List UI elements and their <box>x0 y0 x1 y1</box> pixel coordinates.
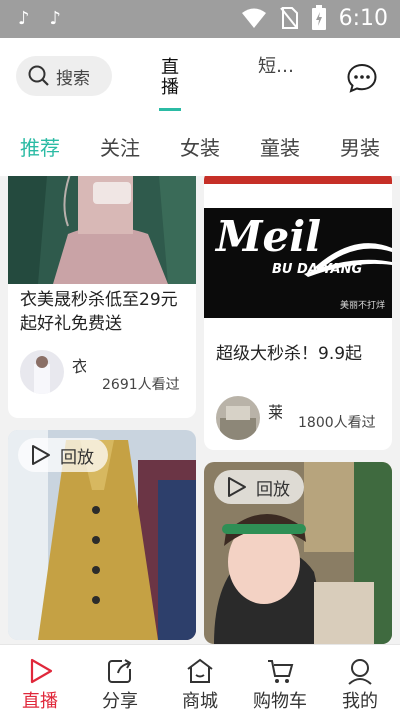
cover-image <box>8 176 196 284</box>
wifi-icon <box>241 8 266 28</box>
nav-cart[interactable]: 购物车 <box>240 645 320 720</box>
nav-label: 直播 <box>22 691 58 712</box>
store-icon <box>187 658 213 683</box>
search-button[interactable]: 搜索 <box>16 56 112 96</box>
brand-slogan: 美丽不打烊 <box>340 301 386 311</box>
nav-label: 我的 <box>342 691 378 712</box>
no-sim-icon <box>279 7 298 29</box>
streamer-name: 莱… <box>268 403 282 422</box>
search-icon <box>28 65 49 86</box>
avatar <box>20 350 64 394</box>
nav-label: 商城 <box>182 691 218 712</box>
tab-short-video[interactable]: 短… <box>258 56 294 78</box>
bottom-nav: 直播 分享 商城 购物车 我的 <box>0 644 400 720</box>
category-tab-mens[interactable]: 男装 <box>340 132 380 161</box>
tiktok-icon: ♪ <box>18 8 30 29</box>
category-bar: 推荐 关注 女装 童装 男装 <box>0 116 400 176</box>
live-card[interactable]: 衣美晟秒杀低至29元起好礼免费送 衣… 2691人看过 <box>8 176 196 418</box>
play-icon <box>30 658 53 684</box>
category-tab-recommend[interactable]: 推荐 <box>20 132 60 161</box>
category-tab-kids[interactable]: 童装 <box>260 132 300 161</box>
viewer-count: 1800人看过 <box>298 415 376 431</box>
avatar <box>216 396 260 440</box>
live-card[interactable]: Meil BU DA YANG 美丽不打烊 超级大秒杀！9.9起 莱… 1800… <box>204 176 392 450</box>
live-card[interactable]: 回放 <box>204 462 392 644</box>
streamer-name: 衣… <box>72 357 86 376</box>
category-tab-womens[interactable]: 女装 <box>180 132 220 161</box>
brand-logo-text: Meil <box>216 212 322 261</box>
brand-subtext: BU DA YANG <box>272 262 363 277</box>
category-tab-follow[interactable]: 关注 <box>100 132 140 161</box>
viewer-count: 2691人看过 <box>102 377 180 393</box>
profile-icon <box>348 659 372 685</box>
replay-badge: 回放 <box>18 438 108 472</box>
play-icon <box>32 445 50 465</box>
clock: 6:10 <box>338 5 388 31</box>
chat-bubble-icon[interactable] <box>346 62 378 94</box>
nav-label: 分享 <box>102 691 138 712</box>
replay-label: 回放 <box>60 447 94 468</box>
tab-live[interactable]: 直播 <box>160 58 180 98</box>
nav-store[interactable]: 商城 <box>160 645 240 720</box>
replay-badge: 回放 <box>214 470 304 504</box>
nav-label: 购物车 <box>253 691 307 712</box>
live-title: 超级大秒杀！9.9起 <box>216 344 363 364</box>
nav-profile[interactable]: 我的 <box>320 645 400 720</box>
share-icon <box>108 659 132 683</box>
play-icon <box>228 477 246 497</box>
status-bar: ♪ ♪ 6:10 <box>0 0 400 38</box>
tiktok-icon: ♪ <box>49 8 62 29</box>
live-card[interactable]: 回放 <box>8 430 196 640</box>
cart-icon <box>268 660 294 683</box>
live-title: 衣美晟秒杀低至29元起好礼免费送 <box>20 290 178 334</box>
tab-live-indicator <box>159 108 181 111</box>
live-feed: 衣美晟秒杀低至29元起好礼免费送 衣… 2691人看过 Meil BU DA Y… <box>0 176 400 644</box>
top-bar: 搜索 直播 短… <box>0 38 400 116</box>
nav-share[interactable]: 分享 <box>80 645 160 720</box>
search-label: 搜索 <box>56 68 90 89</box>
battery-icon <box>311 5 326 30</box>
nav-live[interactable]: 直播 <box>0 645 80 720</box>
replay-label: 回放 <box>256 479 290 500</box>
